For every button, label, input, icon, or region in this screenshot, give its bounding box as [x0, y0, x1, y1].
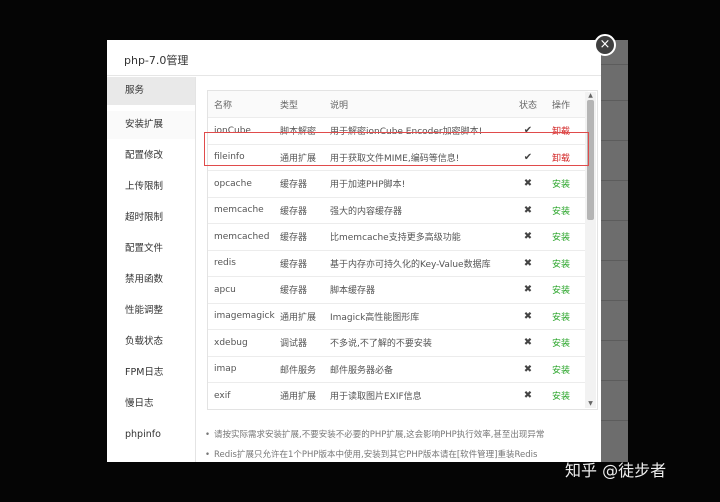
scroll-down-arrow-icon[interactable]: ▼ — [585, 400, 596, 408]
sidebar-item-upload-limit[interactable]: 上传限制 — [107, 173, 195, 201]
not-installed-x-icon: ✖ — [510, 382, 546, 409]
install-link[interactable]: 安装 — [546, 276, 588, 304]
table-row: memcached 缓存器 比memcache支持更多高级功能 ✖ 安装 — [208, 223, 588, 251]
note-item: • Redis扩展只允许在1个PHP版本中使用,安装到其它PHP版本请在[软件管理… — [205, 450, 538, 460]
sidebar-divider — [195, 77, 196, 462]
ext-description: 用于加速PHP脚本! — [330, 170, 510, 198]
not-installed-x-icon: ✖ — [510, 356, 546, 383]
not-installed-x-icon: ✖ — [510, 250, 546, 277]
ext-name: xdebug — [208, 329, 280, 357]
sidebar-item-disabled-functions[interactable]: 禁用函数 — [107, 266, 195, 294]
ext-description: 用于读取图片EXIF信息 — [330, 382, 510, 409]
ext-type: 缓存器 — [280, 223, 330, 251]
table-row: imagemagick 通用扩展 Imagick高性能图形库 ✖ 安装 — [208, 303, 588, 330]
not-installed-x-icon: ✖ — [510, 276, 546, 304]
col-header-action: 操作 — [546, 91, 588, 118]
col-header-description: 说明 — [330, 91, 510, 118]
ext-type: 通用扩展 — [280, 382, 330, 409]
col-header-type: 类型 — [280, 91, 330, 118]
install-link[interactable]: 安装 — [546, 329, 588, 357]
modal-header: php-7.0管理 — [107, 40, 601, 76]
scroll-up-arrow-icon[interactable]: ▲ — [585, 92, 596, 100]
ext-name: opcache — [208, 170, 280, 198]
sidebar-item-config-modify[interactable]: 配置修改 — [107, 142, 195, 170]
sidebar-menu: 服务 安装扩展 配置修改 上传限制 超时限制 配置文件 禁用函数 性能调整 负载… — [107, 77, 195, 462]
ext-type: 缓存器 — [280, 250, 330, 277]
not-installed-x-icon: ✖ — [510, 170, 546, 198]
install-link[interactable]: 安装 — [546, 170, 588, 198]
sidebar-item-performance[interactable]: 性能调整 — [107, 297, 195, 325]
ext-name: redis — [208, 250, 280, 277]
not-installed-x-icon: ✖ — [510, 303, 546, 330]
sidebar-item-config-file[interactable]: 配置文件 — [107, 235, 195, 263]
ext-description: 强大的内容缓存器 — [330, 197, 510, 224]
background-page-strip — [600, 40, 628, 462]
table-header-row: 名称 类型 说明 状态 操作 — [208, 91, 588, 118]
ext-type: 调试器 — [280, 329, 330, 357]
not-installed-x-icon: ✖ — [510, 223, 546, 251]
sidebar-item-timeout-limit[interactable]: 超时限制 — [107, 204, 195, 232]
ext-name: apcu — [208, 276, 280, 304]
ext-description: Imagick高性能图形库 — [330, 303, 510, 330]
install-link[interactable]: 安装 — [546, 382, 588, 409]
install-link[interactable]: 安装 — [546, 356, 588, 383]
ext-name: memcache — [208, 197, 280, 224]
php-manager-modal: php-7.0管理 服务 安装扩展 配置修改 上传限制 超时限制 配置文件 禁用… — [107, 40, 601, 462]
install-link[interactable]: 安装 — [546, 250, 588, 277]
ext-type: 缓存器 — [280, 276, 330, 304]
ext-type: 通用扩展 — [280, 303, 330, 330]
table-row: redis 缓存器 基于内存亦可持久化的Key-Value数据库 ✖ 安装 — [208, 250, 588, 277]
ext-description: 比memcache支持更多高级功能 — [330, 223, 510, 251]
ext-description: 不多说,不了解的不要安装 — [330, 329, 510, 357]
close-icon[interactable]: × — [594, 34, 616, 56]
ext-type: 缓存器 — [280, 170, 330, 198]
table-row: exif 通用扩展 用于读取图片EXIF信息 ✖ 安装 — [208, 382, 588, 409]
sidebar-item-phpinfo[interactable]: phpinfo — [107, 421, 195, 449]
ext-name: imagemagick — [208, 303, 280, 330]
sidebar-item-fpm-log[interactable]: FPM日志 — [107, 359, 195, 387]
not-installed-x-icon: ✖ — [510, 197, 546, 224]
fileinfo-highlight-box — [204, 132, 589, 166]
ext-name: exif — [208, 382, 280, 409]
ext-description: 脚本缓存器 — [330, 276, 510, 304]
not-installed-x-icon: ✖ — [510, 329, 546, 357]
ext-name: imap — [208, 356, 280, 383]
ext-description: 基于内存亦可持久化的Key-Value数据库 — [330, 250, 510, 277]
modal-title: php-7.0管理 — [124, 54, 189, 67]
col-header-status: 状态 — [510, 91, 546, 118]
ext-type: 邮件服务 — [280, 356, 330, 383]
sidebar-item-install-extension[interactable]: 安装扩展 — [107, 111, 195, 139]
sidebar-item-service[interactable]: 服务 — [107, 77, 195, 105]
ext-name: memcached — [208, 223, 280, 251]
col-header-name: 名称 — [208, 91, 280, 118]
ext-type: 缓存器 — [280, 197, 330, 224]
table-row: imap 邮件服务 邮件服务器必备 ✖ 安装 — [208, 356, 588, 383]
ext-description: 邮件服务器必备 — [330, 356, 510, 383]
install-link[interactable]: 安装 — [546, 303, 588, 330]
install-link[interactable]: 安装 — [546, 197, 588, 224]
table-row: memcache 缓存器 强大的内容缓存器 ✖ 安装 — [208, 197, 588, 224]
table-row: apcu 缓存器 脚本缓存器 ✖ 安装 — [208, 276, 588, 304]
table-row: opcache 缓存器 用于加速PHP脚本! ✖ 安装 — [208, 170, 588, 198]
table-row: xdebug 调试器 不多说,不了解的不要安装 ✖ 安装 — [208, 329, 588, 357]
note-item: • 请按实际需求安装扩展,不要安装不必要的PHP扩展,这会影响PHP执行效率,甚至… — [205, 430, 545, 440]
sidebar-item-slow-log[interactable]: 慢日志 — [107, 390, 195, 418]
watermark: 知乎 @徒步者 — [565, 461, 667, 480]
install-link[interactable]: 安装 — [546, 223, 588, 251]
sidebar-item-load-status[interactable]: 负载状态 — [107, 328, 195, 356]
